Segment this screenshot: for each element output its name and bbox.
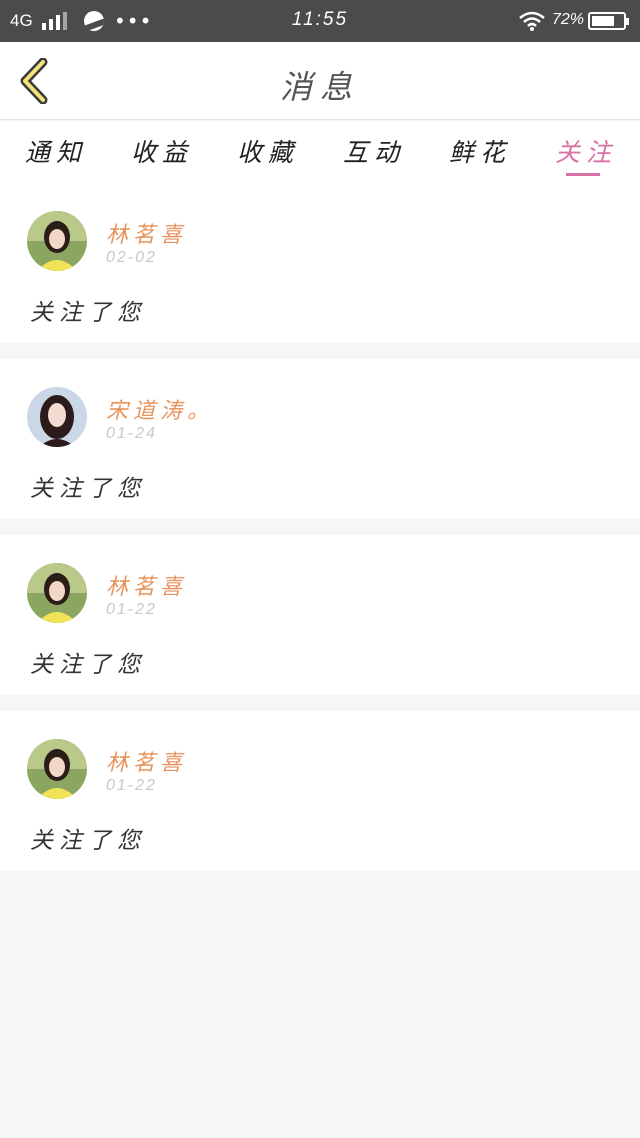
avatar[interactable] xyxy=(27,211,87,271)
message-text: 关注了您 xyxy=(30,300,146,326)
avatar[interactable] xyxy=(27,387,87,447)
status-bar: 4G ••• 11:55 72% xyxy=(0,0,640,42)
battery-icon xyxy=(588,12,629,30)
avatar[interactable] xyxy=(27,739,87,799)
battery-percent: 72% xyxy=(552,11,585,28)
battery-level xyxy=(592,16,614,26)
user-name[interactable]: 林茗喜 xyxy=(106,217,187,249)
list-item[interactable]: 林茗喜 01-22 关注了您 xyxy=(0,535,640,695)
message-date: 01-22 xyxy=(106,777,157,794)
message-date: 02-02 xyxy=(106,249,157,266)
tab-favorites[interactable]: 收藏 xyxy=(213,133,323,169)
tab-following[interactable]: 关注 xyxy=(531,133,640,169)
page-title: 消息 xyxy=(279,68,360,106)
tab-interactions[interactable]: 互动 xyxy=(319,133,429,169)
wifi-icon xyxy=(519,11,545,31)
user-name[interactable]: 林茗喜 xyxy=(106,745,187,777)
user-name[interactable]: 宋道涛。 xyxy=(106,393,214,425)
list-item[interactable]: 林茗喜 02-02 关注了您 xyxy=(0,183,640,343)
message-text: 关注了您 xyxy=(30,652,146,678)
user-name[interactable]: 林茗喜 xyxy=(106,569,187,601)
tab-earnings[interactable]: 收益 xyxy=(107,133,217,169)
tab-bar: 通知 收益 收藏 互动 鲜花 关注 xyxy=(0,121,640,183)
list-item[interactable]: 宋道涛。 01-24 关注了您 xyxy=(0,359,640,519)
tab-flowers[interactable]: 鲜花 xyxy=(425,133,535,169)
message-date: 01-24 xyxy=(106,425,157,442)
list-item[interactable]: 林茗喜 01-22 关注了您 xyxy=(0,711,640,871)
message-text: 关注了您 xyxy=(30,476,146,502)
nav-bar: 消息 xyxy=(0,42,640,120)
message-text: 关注了您 xyxy=(30,828,146,854)
tab-notifications[interactable]: 通知 xyxy=(1,133,111,169)
message-date: 01-22 xyxy=(106,601,157,618)
avatar[interactable] xyxy=(27,563,87,623)
active-tab-indicator xyxy=(566,173,600,176)
